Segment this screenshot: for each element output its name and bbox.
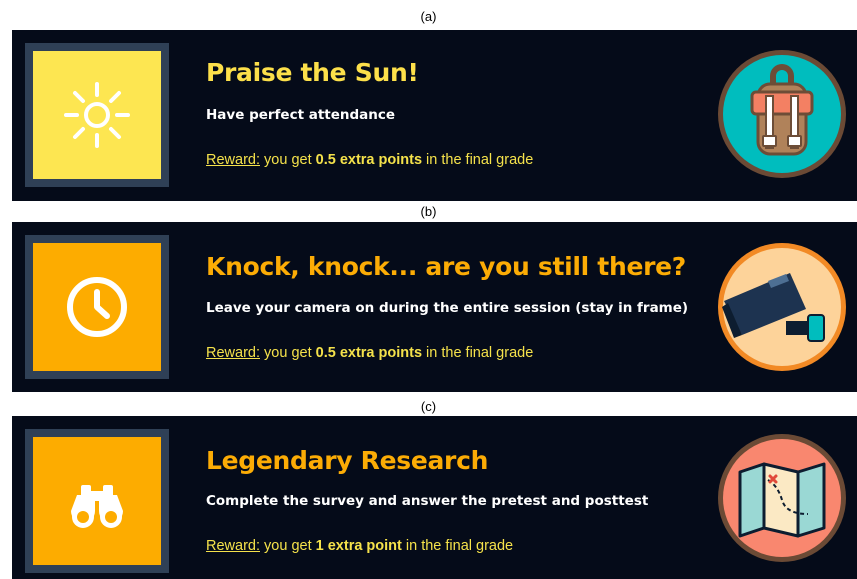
- achievement-description: Complete the survey and answer the prete…: [206, 493, 649, 509]
- achievement-title: Praise the Sun!: [206, 58, 419, 87]
- reward-label: Reward:: [206, 345, 260, 361]
- reward-label: Reward:: [206, 152, 260, 168]
- achievement-description: Have perfect attendance: [206, 107, 396, 123]
- achievement-title: Knock, knock... are you still there?: [206, 252, 686, 281]
- reward-label: Reward:: [206, 538, 260, 554]
- achievement-badge: [25, 429, 169, 573]
- achievement-badge: [25, 235, 169, 379]
- reward-post: in the final grade: [426, 152, 534, 168]
- reward-value: 0.5 extra points: [315, 152, 423, 168]
- reward-post: in the final grade: [405, 538, 514, 554]
- achievement-card-knock-knock: Knock, knock... are you still there? Lea…: [12, 222, 857, 392]
- reward-pre: you get: [264, 345, 312, 361]
- reward-line: Reward: you get 0.5 extra points in the …: [206, 152, 533, 168]
- reward-value: 1 extra point: [315, 538, 402, 554]
- achievement-badge: [25, 43, 169, 187]
- achievement-card-praise-the-sun: Praise the Sun! Have perfect attendance …: [12, 30, 857, 201]
- panel-label-c: (c): [420, 399, 437, 414]
- achievement-card-legendary-research: Legendary Research Complete the survey a…: [12, 416, 857, 579]
- reward-line: Reward: you get 0.5 extra points in the …: [206, 345, 533, 361]
- sun-icon: [64, 82, 130, 148]
- panel-label-a: (a): [420, 9, 437, 24]
- security-camera-icon: [718, 243, 846, 371]
- reward-pre: you get: [264, 538, 312, 554]
- reward-line: Reward: you get 1 extra point in the fin…: [206, 538, 513, 554]
- achievement-title: Legendary Research: [206, 446, 489, 475]
- reward-post: in the final grade: [426, 345, 534, 361]
- achievement-description: Leave your camera on during the entire s…: [206, 300, 689, 316]
- panel-label-b: (b): [420, 204, 437, 219]
- reward-value: 0.5 extra points: [315, 345, 423, 361]
- binoculars-icon: [71, 485, 123, 528]
- clock-icon: [67, 277, 127, 337]
- reward-pre: you get: [264, 152, 312, 168]
- treasure-map-icon: [718, 434, 846, 562]
- backpack-icon: [718, 50, 846, 178]
